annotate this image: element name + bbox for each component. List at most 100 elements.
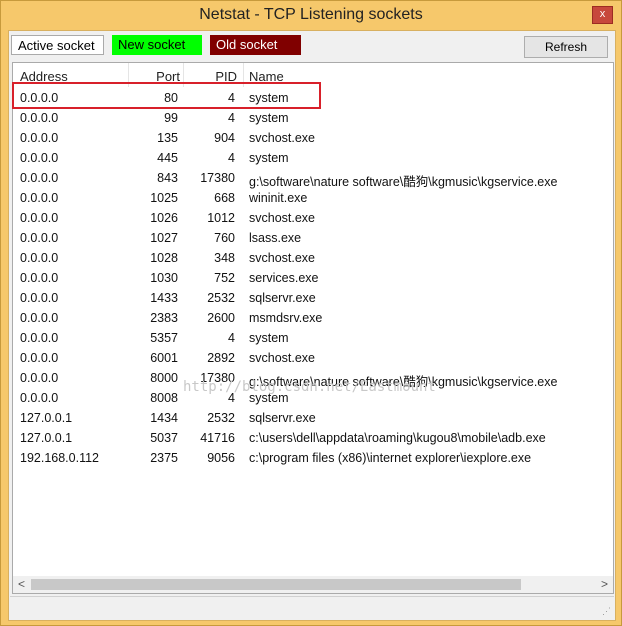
close-button[interactable]: x xyxy=(592,6,613,24)
cell-port: 8008 xyxy=(150,391,178,405)
table-row[interactable]: 0.0.0.0 843 17380 g:\software\nature softwa… xyxy=(13,168,613,189)
cell-address: 127.0.0.1 xyxy=(20,431,73,445)
table-row[interactable]: 0.0.0.0 135 904 svchost.exe xyxy=(13,128,613,148)
cell-name: c:\program files (x86)\internet explorer… xyxy=(249,451,532,465)
cell-name: c:\users\dell\appdata\roaming\kugou8\mob… xyxy=(249,431,546,445)
cell-port: 1028 xyxy=(150,251,178,265)
table-row[interactable]: 0.0.0.0 1025 668 wininit.exe xyxy=(13,188,613,208)
cell-name: sqlservr.exe xyxy=(249,411,316,425)
table-row[interactable]: 0.0.0.0 1030 752 services.exe xyxy=(13,268,613,288)
cell-name: svchost.exe xyxy=(249,251,316,265)
cell-name: svchost.exe xyxy=(249,211,316,225)
cell-address: 0.0.0.0 xyxy=(20,311,59,325)
table-row[interactable]: 0.0.0.0 2383 2600 msmdsrv.exe xyxy=(13,308,613,328)
table-row[interactable]: 192.168.0.112 2375 9056 c:\program files (x… xyxy=(13,448,613,468)
cell-address: 0.0.0.0 xyxy=(20,151,59,165)
cell-port: 1434 xyxy=(150,411,178,425)
watermark-text: http://blog.csdn.net/Eastmount xyxy=(183,379,436,395)
cell-name: system xyxy=(249,331,289,345)
cell-pid: 668 xyxy=(214,191,235,205)
cell-port: 2375 xyxy=(150,451,178,465)
horizontal-scrollbar[interactable]: < > xyxy=(13,576,613,593)
cell-address: 0.0.0.0 xyxy=(20,251,59,265)
socket-list-view[interactable]: Address Port PID Name 0.0.0.0 80 4 system 0.… xyxy=(12,62,614,594)
scroll-left-icon[interactable]: < xyxy=(13,576,30,593)
client-area: Active socket New socket Old socket Refr… xyxy=(8,30,616,621)
cell-port: 1030 xyxy=(150,271,178,285)
cell-port: 6001 xyxy=(150,351,178,365)
resize-grip-icon[interactable]: ⋰ xyxy=(602,606,611,617)
cell-name: services.exe xyxy=(249,271,319,285)
legend-active-socket: Active socket xyxy=(11,35,104,55)
cell-pid: 2532 xyxy=(207,411,235,425)
cell-address: 0.0.0.0 xyxy=(20,391,59,405)
cell-port: 99 xyxy=(164,111,178,125)
cell-pid: 4 xyxy=(228,111,235,125)
cell-name: svchost.exe xyxy=(249,131,316,145)
table-row[interactable]: 127.0.0.1 5037 41716 c:\users\dell\appdata\… xyxy=(13,428,613,448)
cell-pid: 4 xyxy=(228,151,235,165)
cell-address: 0.0.0.0 xyxy=(20,291,59,305)
legend-old-socket: Old socket xyxy=(210,35,301,55)
refresh-button[interactable]: Refresh xyxy=(524,36,608,58)
cell-port: 445 xyxy=(157,151,178,165)
cell-port: 1025 xyxy=(150,191,178,205)
cell-port: 2383 xyxy=(150,311,178,325)
cell-port: 135 xyxy=(157,131,178,145)
cell-pid: 41716 xyxy=(200,431,235,445)
cell-address: 127.0.0.1 xyxy=(20,411,73,425)
cell-name: lsass.exe xyxy=(249,231,302,245)
table-row[interactable]: 0.0.0.0 99 4 system xyxy=(13,108,613,128)
cell-address: 0.0.0.0 xyxy=(20,111,59,125)
cell-name: svchost.exe xyxy=(249,351,316,365)
cell-pid: 904 xyxy=(214,131,235,145)
cell-address: 0.0.0.0 xyxy=(20,331,59,345)
netstat-window: Netstat - TCP Listening sockets x Active… xyxy=(0,0,622,626)
table-row[interactable]: 127.0.0.1 1434 2532 sqlservr.exe xyxy=(13,408,613,428)
cell-address: 0.0.0.0 xyxy=(20,191,59,205)
cell-pid: 752 xyxy=(214,271,235,285)
table-row[interactable]: 0.0.0.0 1026 1012 svchost.exe xyxy=(13,208,613,228)
table-row[interactable]: 0.0.0.0 5357 4 system xyxy=(13,328,613,348)
cell-port: 843 xyxy=(157,171,178,185)
cell-port: 1026 xyxy=(150,211,178,225)
table-row[interactable]: 0.0.0.0 1027 760 lsass.exe xyxy=(13,228,613,248)
cell-pid: 9056 xyxy=(207,451,235,465)
highlight-box xyxy=(12,82,321,109)
cell-port: 1027 xyxy=(150,231,178,245)
cell-address: 0.0.0.0 xyxy=(20,171,59,185)
scroll-thumb[interactable] xyxy=(31,579,521,590)
scroll-right-icon[interactable]: > xyxy=(596,576,613,593)
cell-address: 0.0.0.0 xyxy=(20,351,59,365)
cell-name: wininit.exe xyxy=(249,191,308,205)
cell-port: 1433 xyxy=(150,291,178,305)
cell-name: sqlservr.exe xyxy=(249,291,316,305)
cell-address: 0.0.0.0 xyxy=(20,271,59,285)
cell-port: 5037 xyxy=(150,431,178,445)
window-title: Netstat - TCP Listening sockets xyxy=(199,6,423,23)
title-bar[interactable]: Netstat - TCP Listening sockets x xyxy=(1,1,621,31)
legend-new-socket: New socket xyxy=(112,35,202,55)
cell-port: 8000 xyxy=(150,371,178,385)
socket-rows: 0.0.0.0 80 4 system 0.0.0.0 99 4 system 0.0.0.0 1… xyxy=(13,88,613,468)
cell-address: 0.0.0.0 xyxy=(20,371,59,385)
cell-pid: 760 xyxy=(214,231,235,245)
cell-name: system xyxy=(249,151,289,165)
cell-address: 0.0.0.0 xyxy=(20,231,59,245)
cell-pid: 1012 xyxy=(207,211,235,225)
cell-pid: 2532 xyxy=(207,291,235,305)
cell-pid: 17380 xyxy=(200,171,235,185)
table-row[interactable]: 0.0.0.0 1433 2532 sqlservr.exe xyxy=(13,288,613,308)
cell-address: 0.0.0.0 xyxy=(20,131,59,145)
cell-pid: 348 xyxy=(214,251,235,265)
cell-pid: 4 xyxy=(228,331,235,345)
table-row[interactable]: 0.0.0.0 1028 348 svchost.exe xyxy=(13,248,613,268)
table-row[interactable]: 0.0.0.0 6001 2892 svchost.exe xyxy=(13,348,613,368)
table-row[interactable]: 0.0.0.0 445 4 system xyxy=(13,148,613,168)
cell-address: 0.0.0.0 xyxy=(20,211,59,225)
cell-name: system xyxy=(249,111,289,125)
cell-port: 5357 xyxy=(150,331,178,345)
cell-pid: 2892 xyxy=(207,351,235,365)
cell-name: msmdsrv.exe xyxy=(249,311,323,325)
cell-pid: 2600 xyxy=(207,311,235,325)
